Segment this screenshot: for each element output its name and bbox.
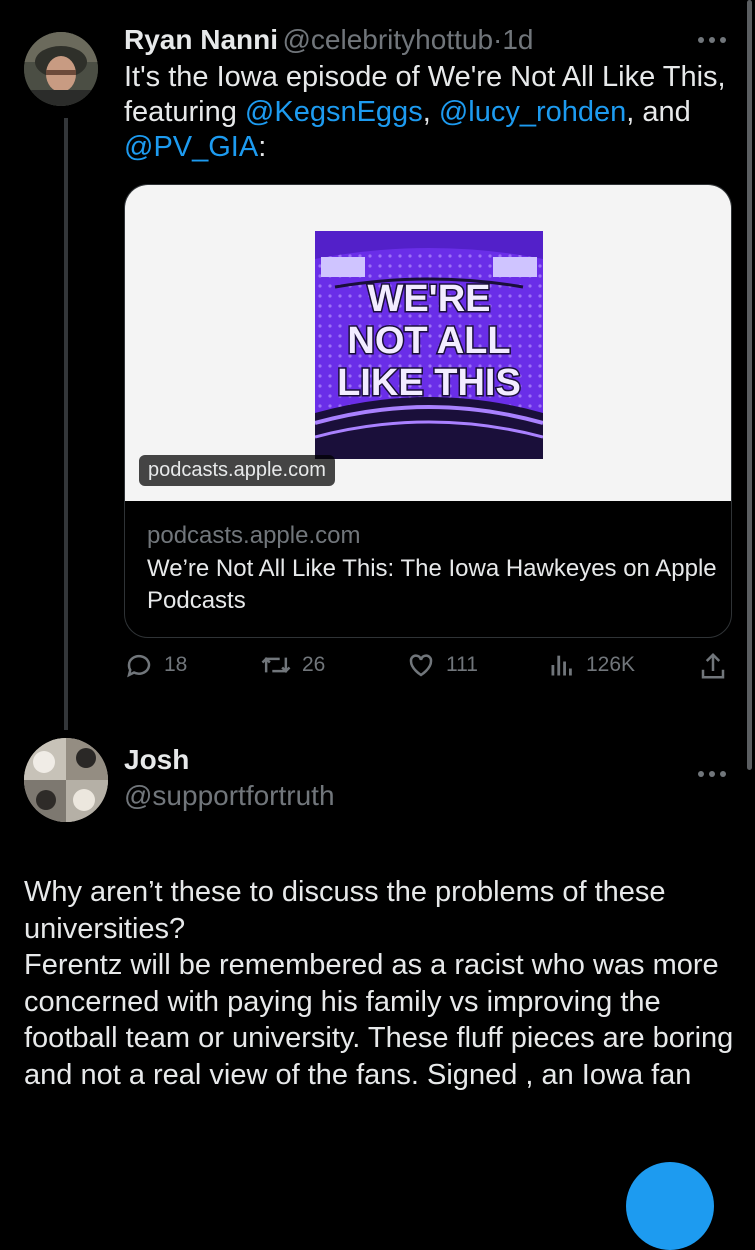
mention-kegsneggs[interactable]: @KegsnEggs: [245, 96, 423, 128]
views-button[interactable]: 126K: [548, 650, 635, 680]
card-title: We’re Not All Like This: The Iowa Hawkey…: [147, 555, 717, 614]
repost-button[interactable]: 26: [260, 650, 325, 680]
compose-button[interactable]: [626, 1162, 714, 1250]
share-button[interactable]: [698, 650, 738, 682]
reply-author-avatar[interactable]: [24, 738, 108, 822]
reply-icon: [127, 654, 151, 678]
reply-text: Why aren’t these to discuss the problems…: [24, 876, 734, 1091]
mention-lucy-rohden[interactable]: @lucy_rohden: [439, 96, 626, 128]
more-icon[interactable]: [696, 22, 728, 53]
reply-author-name[interactable]: Josh: [124, 744, 335, 776]
separator-dot: ·: [493, 24, 503, 55]
share-icon: [701, 652, 725, 679]
views-count: 126K: [586, 653, 636, 676]
reply-author-handle[interactable]: @supportfortruth: [124, 780, 335, 812]
card-info[interactable]: podcasts.apple.com We’re Not All Like Th…: [147, 521, 717, 617]
link-card[interactable]: WE'RE NOT ALL LIKE THIS podcasts.apple.c…: [124, 184, 732, 638]
like-count: 111: [446, 653, 478, 676]
artwork-line-1: WE'RE: [367, 278, 490, 320]
tweet-actions: 18 26 111 126K: [124, 650, 730, 690]
thread-connector-line: [64, 118, 68, 730]
reply-count: 18: [164, 653, 188, 676]
tweet-text: It's the Iowa episode of We're Not All L…: [124, 60, 734, 165]
tweet-time[interactable]: 1d: [502, 24, 533, 55]
mention-pv-gia[interactable]: @PV_GIA: [124, 131, 258, 163]
tweet-text-and: , and: [626, 96, 691, 128]
artwork-line-3: LIKE THIS: [337, 362, 521, 404]
reply-more-icon[interactable]: [696, 756, 728, 787]
author-handle[interactable]: @celebrityhottub: [282, 24, 493, 55]
card-domain: podcasts.apple.com: [147, 522, 361, 549]
like-button[interactable]: 111: [406, 650, 478, 680]
like-icon: [409, 654, 433, 677]
author-avatar[interactable]: [24, 32, 98, 106]
card-media[interactable]: WE'RE NOT ALL LIKE THIS podcasts.apple.c…: [125, 185, 731, 501]
reply-button[interactable]: 18: [124, 650, 187, 680]
tweet-text-comma: ,: [422, 96, 439, 128]
reply-header: Josh @supportfortruth: [124, 744, 335, 812]
repost-count: 26: [302, 653, 326, 676]
tweet-text-colon: :: [258, 131, 267, 163]
views-icon: [551, 655, 572, 676]
repost-icon: [261, 657, 291, 673]
card-image-domain-label: podcasts.apple.com: [139, 455, 335, 486]
podcast-artwork: WE'RE NOT ALL LIKE THIS: [315, 231, 543, 459]
tweet-header: Ryan Nanni @celebrityhottub·1d: [124, 24, 534, 56]
artwork-line-2: NOT ALL: [347, 320, 510, 362]
author-name[interactable]: Ryan Nanni: [124, 24, 278, 55]
scrollbar[interactable]: [747, 0, 752, 770]
